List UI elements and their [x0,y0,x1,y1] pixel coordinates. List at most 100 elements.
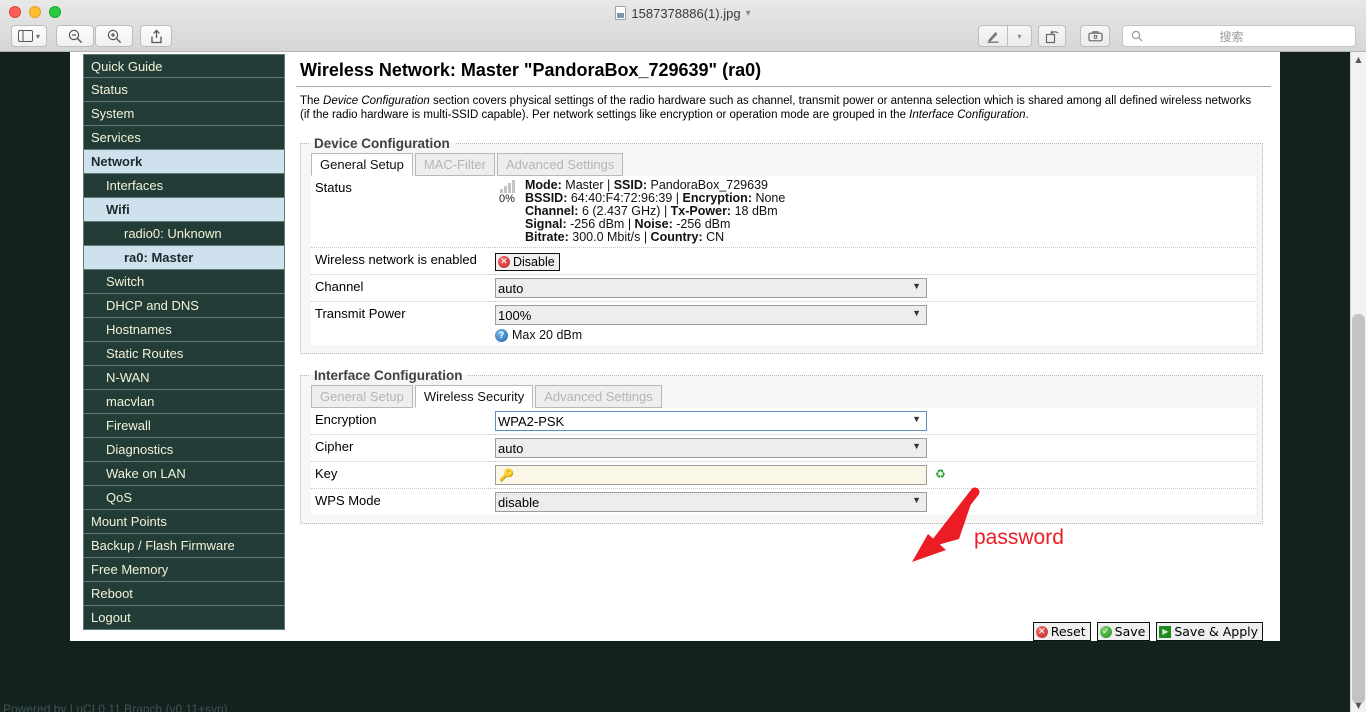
intro-emphasis-2: Interface Configuration [909,108,1026,121]
sidebar-item-services[interactable]: Services [83,126,285,150]
sidebar-item-free-memory[interactable]: Free Memory [83,558,285,582]
interface-tab-wireless-security[interactable]: Wireless Security [414,385,534,408]
zoom-in-button[interactable] [95,25,133,47]
sidebar-item-wake-on-lan[interactable]: Wake on LAN [83,462,285,486]
encryption-row: Encryption WPA2-PSK [311,408,1256,435]
sidebar-item-label: Static Routes [106,346,184,361]
sidebar-item-label: N-WAN [106,370,150,385]
cipher-label: Cipher [315,439,354,454]
transmit-power-select[interactable]: 100% [495,305,927,325]
search-icon [1131,30,1143,42]
search-input[interactable]: 搜索 [1122,25,1356,47]
reset-button[interactable]: ✕ Reset [1032,622,1091,641]
document-title-bar: 1587378886(1).jpg ▾ [0,3,1366,23]
intro-part-1: The [300,95,324,107]
markup-dropdown-button[interactable]: ▾ [1008,25,1032,47]
key-row: Key 🔑 ♻ [311,462,1256,489]
wireless-enabled-label: Wireless network is enabled [315,252,477,267]
rotate-button[interactable] [1038,25,1066,47]
sidebar-item-macvlan[interactable]: macvlan [83,390,285,414]
green-check-icon: ✓ [1099,625,1112,638]
save-apply-button[interactable]: ▶ Save & Apply [1156,622,1263,641]
cipher-row: Cipher auto [311,435,1256,462]
sidebar-item-label: Wake on LAN [106,466,186,481]
sidebar-item-backup-flash-firmware[interactable]: Backup / Flash Firmware [83,534,285,558]
sidebar-item-system[interactable]: System [83,102,285,126]
sidebar-item-dhcp-and-dns[interactable]: DHCP and DNS [83,294,285,318]
channel-label: Channel [315,279,364,294]
sidebar-item-n-wan[interactable]: N-WAN [83,366,285,390]
sidebar-item-qos[interactable]: QoS [83,486,285,510]
toolbox-button[interactable] [1080,25,1110,47]
transmit-power-row: Transmit Power 100% ? Max 20 dBm [311,302,1256,346]
chevron-down-icon: ▾ [35,31,40,41]
wireless-key-input[interactable] [495,465,927,485]
main-content: Wireless Network: Master "PandoraBox_729… [296,52,1271,524]
share-button[interactable] [140,25,172,47]
interface-tab-advanced-settings[interactable]: Advanced Settings [535,385,662,408]
interface-configuration-tabs[interactable]: General Setup Wireless Security Advanced S… [311,385,1262,408]
intro-part-2: section covers physical settings of the … [300,95,1252,121]
transmit-power-label: Transmit Power [315,306,406,321]
status-detail-lines: Mode: Master | SSID: PandoraBox_729639 BS… [525,179,785,244]
sidebar-toggle-button[interactable]: ▾ [11,25,47,47]
page-title: Wireless Network: Master "PandoraBox_729… [296,60,1271,87]
wps-mode-label: WPS Mode [315,493,381,508]
device-tab-general-setup[interactable]: General Setup [311,153,413,176]
jpg-file-icon [615,6,627,20]
sidebar-item-status[interactable]: Status [83,78,285,102]
form-action-buttons[interactable]: ✕ Reset ✓ Save ▶ Save & Apply [300,622,1263,641]
status-row: Status 0% Mode: Master | SSID: PandoraBo… [311,176,1256,248]
channel-select[interactable]: auto [495,278,927,298]
chevron-down-icon[interactable]: ▾ [746,8,751,19]
sidebar-item-radio0-unknown[interactable]: radio0: Unknown [83,222,285,246]
save-button[interactable]: ✓ Save [1096,622,1151,641]
device-tab-mac-filter[interactable]: MAC-Filter [414,153,495,176]
sidebar-menu[interactable]: Quick Guide Status System Services Network In… [83,54,285,630]
intro-paragraph: The Device Configuration section covers … [300,95,1263,122]
sidebar-item-diagnostics[interactable]: Diagnostics [83,438,285,462]
device-configuration-tabs[interactable]: General Setup MAC-Filter Advanced Settings [311,153,1262,176]
sidebar-item-mount-points[interactable]: Mount Points [83,510,285,534]
sidebar-item-switch[interactable]: Switch [83,270,285,294]
red-x-icon: ✕ [1035,625,1048,638]
signal-percent: 0% [499,193,515,205]
sidebar-item-label: Free Memory [91,562,169,577]
scroll-down-arrow[interactable]: ▼ [1351,698,1366,712]
reveal-password-icon[interactable]: ♻ [935,467,946,481]
sidebar-item-reboot[interactable]: Reboot [83,582,285,606]
sidebar-item-hostnames[interactable]: Hostnames [83,318,285,342]
markup-button[interactable] [978,25,1008,47]
toolbox-icon [1087,30,1103,41]
sidebar-item-firewall[interactable]: Firewall [83,414,285,438]
device-tab-advanced-settings[interactable]: Advanced Settings [496,153,624,176]
sidebar-item-static-routes[interactable]: Static Routes [83,342,285,366]
sidebar-item-network[interactable]: Network [83,150,285,174]
transmit-power-hint: ? Max 20 dBm [495,328,1256,342]
status-line: Bitrate: 300.0 Mbit/s | Country: CN [525,230,725,244]
wps-mode-select[interactable]: disable [495,492,927,512]
interface-tab-general-setup[interactable]: General Setup [311,385,413,408]
encryption-label: Encryption [315,412,377,427]
signal-bars-icon [495,180,519,193]
annotation-label: password [974,526,1064,549]
sidebar-item-label: Firewall [106,418,151,433]
scroll-up-arrow[interactable]: ▲ [1351,52,1366,66]
magnifier-plus-icon [107,29,121,43]
sidebar-item-wifi[interactable]: Wifi [83,198,285,222]
cipher-select[interactable]: auto [495,438,927,458]
sidebar-item-interfaces[interactable]: Interfaces [83,174,285,198]
sidebar-item-label: Logout [91,610,131,625]
disable-wireless-button[interactable]: ✕ Disable [495,253,560,271]
green-play-icon: ▶ [1159,625,1172,638]
sidebar-item-logout[interactable]: Logout [83,606,285,630]
vertical-scrollbar[interactable]: ▲ ▼ [1350,52,1366,712]
search-placeholder: 搜索 [1219,29,1244,44]
scrollbar-thumb[interactable] [1352,314,1365,704]
zoom-out-button[interactable] [56,25,94,47]
channel-row: Channel auto [311,275,1256,302]
wps-mode-row: WPS Mode disable [311,489,1256,516]
encryption-select[interactable]: WPA2-PSK [495,411,927,431]
sidebar-item-quick-guide[interactable]: Quick Guide [83,54,285,78]
sidebar-item-ra0-master[interactable]: ra0: Master [83,246,285,270]
